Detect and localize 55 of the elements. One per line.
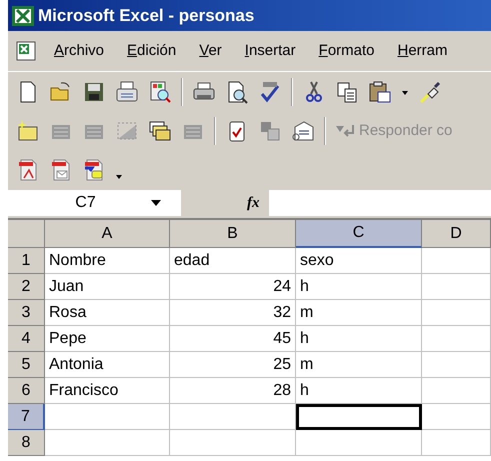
dropdown-caret-icon[interactable] xyxy=(151,200,161,206)
table-cell[interactable]: edad xyxy=(170,248,296,274)
table-cell[interactable]: Francisco xyxy=(45,378,170,404)
table-cell[interactable]: 32 xyxy=(170,300,296,326)
menu-item[interactable]: Insertar xyxy=(244,40,296,62)
formula-field[interactable] xyxy=(269,190,491,216)
table-cell[interactable]: Pepe xyxy=(45,326,170,352)
copy-icon[interactable] xyxy=(335,80,359,104)
function-label[interactable]: fx xyxy=(247,192,269,214)
select-all-corner[interactable] xyxy=(8,220,45,248)
table-cell[interactable]: Rosa xyxy=(45,300,170,326)
window-title: Microsoft Excel - personas xyxy=(38,4,254,27)
column-header[interactable]: C xyxy=(296,220,422,248)
menu-item[interactable]: Archivo xyxy=(54,40,104,62)
paintbrush-icon[interactable] xyxy=(418,80,442,104)
table-cell[interactable]: h xyxy=(296,326,422,352)
menu-item[interactable]: Herram xyxy=(398,40,448,62)
starred-folder-icon[interactable] xyxy=(16,119,40,143)
mail-icon[interactable] xyxy=(291,119,315,143)
table-cell[interactable]: m xyxy=(296,300,422,326)
reply-arrow-icon xyxy=(335,123,355,139)
menu-item[interactable]: Edición xyxy=(127,40,176,62)
column-header[interactable]: D xyxy=(422,220,491,248)
table-cell[interactable]: h xyxy=(296,274,422,300)
stacked-windows-icon[interactable] xyxy=(148,119,172,143)
row-header[interactable]: 7 xyxy=(8,404,45,430)
table-cell[interactable]: sexo xyxy=(296,248,422,274)
magnifier-document-icon[interactable] xyxy=(148,80,172,104)
row-header[interactable]: 6 xyxy=(8,378,45,404)
table-cell[interactable]: 25 xyxy=(170,352,296,378)
row-header[interactable]: 4 xyxy=(8,326,45,352)
menu-item[interactable]: Formato xyxy=(318,40,374,62)
spreadsheet-logo-icon xyxy=(12,4,34,26)
menu-item[interactable]: Ver xyxy=(199,40,222,62)
table-cell[interactable]: 45 xyxy=(170,326,296,352)
workbook-icon[interactable] xyxy=(16,40,38,62)
paste-icon[interactable] xyxy=(368,80,392,104)
table-cell[interactable]: h xyxy=(296,378,422,404)
table-cell[interactable]: Nombre xyxy=(45,248,170,274)
name-box[interactable]: C7 xyxy=(8,190,181,216)
row-header[interactable]: 2 xyxy=(8,274,45,300)
table-cell[interactable]: Antonia xyxy=(45,352,170,378)
spell-check-icon[interactable] xyxy=(258,80,282,104)
table-cell[interactable]: 28 xyxy=(170,378,296,404)
table-cell[interactable]: m xyxy=(296,352,422,378)
row-header[interactable]: 5 xyxy=(8,352,45,378)
table-cell[interactable]: 24 xyxy=(170,274,296,300)
table-cell[interactable] xyxy=(296,404,422,430)
table-cell[interactable]: Juan xyxy=(45,274,170,300)
printer-icon[interactable] xyxy=(115,80,139,104)
row-header[interactable]: 1 xyxy=(8,248,45,274)
column-header[interactable]: B xyxy=(170,220,296,248)
column-header[interactable]: A xyxy=(45,220,170,248)
row-header[interactable]: 3 xyxy=(8,300,45,326)
row-header[interactable]: 8 xyxy=(8,430,45,456)
